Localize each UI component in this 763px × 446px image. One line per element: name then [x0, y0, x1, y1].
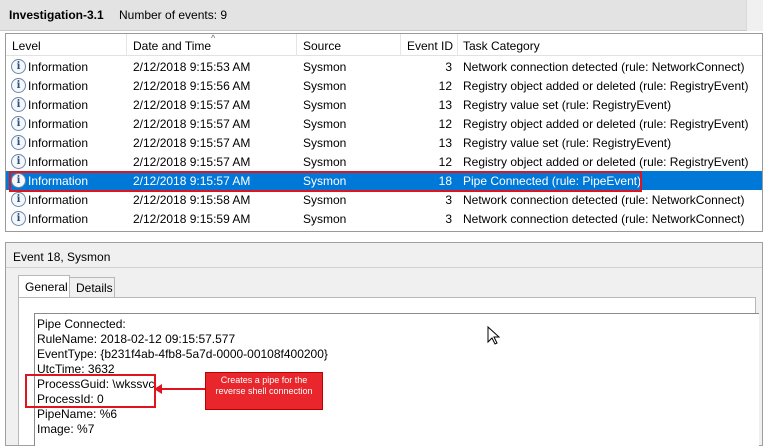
- highlight-box-selected-event: [9, 171, 642, 192]
- annotation-callout: Creates a pipe for the reverse shell con…: [205, 372, 323, 410]
- column-level[interactable]: Level: [12, 39, 41, 53]
- column-date[interactable]: Date and Time: [133, 39, 211, 53]
- cell-event-id: 3: [445, 212, 452, 226]
- description-line: EventType: {b231f4ab-4fb8-5a7d-0000-0010…: [37, 347, 328, 361]
- cell-event-id: 12: [438, 117, 452, 131]
- cell-date: 2/12/2018 9:15:57 AM: [133, 136, 251, 150]
- column-event-id[interactable]: Event ID: [407, 39, 453, 53]
- column-separator[interactable]: [400, 34, 401, 56]
- cell-source: Sysmon: [303, 155, 347, 169]
- cell-level: Information: [28, 79, 89, 93]
- information-icon: i: [11, 192, 26, 207]
- cell-level: Information: [28, 60, 89, 74]
- column-source[interactable]: Source: [303, 39, 341, 53]
- general-tab-panel: Pipe Connected: RuleName: 2018-02-12 09:…: [18, 297, 759, 446]
- cell-task-category: Registry value set (rule: RegistryEvent): [463, 136, 672, 150]
- table-row[interactable]: i Information 2/12/2018 9:15:57 AM Sysmon 13…: [6, 95, 762, 114]
- information-icon: i: [11, 211, 26, 226]
- description-line: Image: %7: [37, 422, 95, 436]
- cell-source: Sysmon: [303, 212, 347, 226]
- cell-level: Information: [28, 193, 89, 207]
- table-row[interactable]: i Information 2/12/2018 9:15:59 AM Sysmon 3 N…: [6, 209, 762, 228]
- cell-source: Sysmon: [303, 136, 347, 150]
- divider: [6, 267, 762, 268]
- cell-date: 2/12/2018 9:15:58 AM: [133, 193, 251, 207]
- cell-date: 2/12/2018 9:15:56 AM: [133, 79, 251, 93]
- event-count: Number of events: 9: [119, 8, 228, 22]
- table-row[interactable]: i Information 2/12/2018 9:15:57 AM Sysmon 13…: [6, 133, 762, 152]
- information-icon: i: [11, 116, 26, 131]
- events-table[interactable]: Level Date and Time ^ Source Event ID Ta…: [5, 33, 763, 232]
- table-header: Level Date and Time ^ Source Event ID Ta…: [6, 33, 762, 56]
- column-separator[interactable]: [457, 34, 458, 56]
- description-line: Pipe Connected:: [37, 317, 126, 331]
- cell-task-category: Network connection detected (rule: Netwo…: [463, 212, 745, 226]
- cell-source: Sysmon: [303, 117, 347, 131]
- cell-source: Sysmon: [303, 79, 347, 93]
- cell-event-id: 13: [438, 98, 452, 112]
- cell-date: 2/12/2018 9:15:57 AM: [133, 117, 251, 131]
- cell-date: 2/12/2018 9:15:57 AM: [133, 98, 251, 112]
- cell-level: Information: [28, 117, 89, 131]
- viewer-header: Investigation-3.1 Number of events: 9: [0, 0, 763, 31]
- information-icon: i: [11, 78, 26, 93]
- table-row[interactable]: i Information 2/12/2018 9:15:57 AM Sysmon 12…: [6, 152, 762, 171]
- cell-task-category: Registry value set (rule: RegistryEvent): [463, 98, 672, 112]
- scrollbar-top[interactable]: [746, 0, 763, 31]
- description-line: RuleName: 2018-02-12 09:15:57.577: [37, 332, 236, 346]
- cell-source: Sysmon: [303, 98, 347, 112]
- information-icon: i: [11, 59, 26, 74]
- table-row[interactable]: i Information 2/12/2018 9:15:56 AM Sysmon 12…: [6, 76, 762, 95]
- cell-date: 2/12/2018 9:15:53 AM: [133, 60, 251, 74]
- cell-event-id: 12: [438, 79, 452, 93]
- information-icon: i: [11, 154, 26, 169]
- column-task-category[interactable]: Task Category: [463, 39, 540, 53]
- event-detail-pane: Event 18, Sysmon Details General Pipe Co…: [5, 242, 763, 446]
- information-icon: i: [11, 135, 26, 150]
- table-row[interactable]: i Information 2/12/2018 9:15:53 AM Sysmon 3 N…: [6, 57, 762, 76]
- cell-task-category: Network connection detected (rule: Netwo…: [463, 193, 745, 207]
- description-line: PipeName: %6: [37, 407, 118, 421]
- tab-details[interactable]: Details: [69, 277, 115, 297]
- sort-ascending-icon: ^: [211, 33, 216, 43]
- cell-level: Information: [28, 212, 89, 226]
- cell-task-category: Network connection detected (rule: Netwo…: [463, 60, 745, 74]
- cell-event-id: 3: [445, 60, 452, 74]
- cell-event-id: 13: [438, 136, 452, 150]
- information-icon: i: [11, 97, 26, 112]
- table-row[interactable]: i Information 2/12/2018 9:15:58 AM Sysmon 3 N…: [6, 190, 762, 209]
- detail-title: Event 18, Sysmon: [13, 250, 111, 264]
- cell-level: Information: [28, 98, 89, 112]
- tab-general[interactable]: General: [18, 275, 70, 298]
- cell-event-id: 3: [445, 193, 452, 207]
- log-title: Investigation-3.1: [9, 8, 104, 22]
- highlight-box-process-guid: [25, 374, 156, 408]
- cell-level: Information: [28, 136, 89, 150]
- table-row[interactable]: i Information 2/12/2018 9:15:57 AM Sysmon 12…: [6, 114, 762, 133]
- mouse-cursor-icon: [487, 326, 501, 345]
- cell-event-id: 12: [438, 155, 452, 169]
- cell-date: 2/12/2018 9:15:57 AM: [133, 155, 251, 169]
- column-separator[interactable]: [126, 34, 127, 56]
- cell-task-category: Registry object added or deleted (rule: …: [463, 79, 749, 93]
- cell-task-category: Registry object added or deleted (rule: …: [463, 155, 749, 169]
- cell-source: Sysmon: [303, 60, 347, 74]
- cell-source: Sysmon: [303, 193, 347, 207]
- annotation-arrow: [158, 388, 205, 390]
- cell-level: Information: [28, 155, 89, 169]
- column-separator[interactable]: [296, 34, 297, 56]
- cell-date: 2/12/2018 9:15:59 AM: [133, 212, 251, 226]
- cell-task-category: Registry object added or deleted (rule: …: [463, 117, 749, 131]
- arrow-head-icon: [154, 384, 162, 394]
